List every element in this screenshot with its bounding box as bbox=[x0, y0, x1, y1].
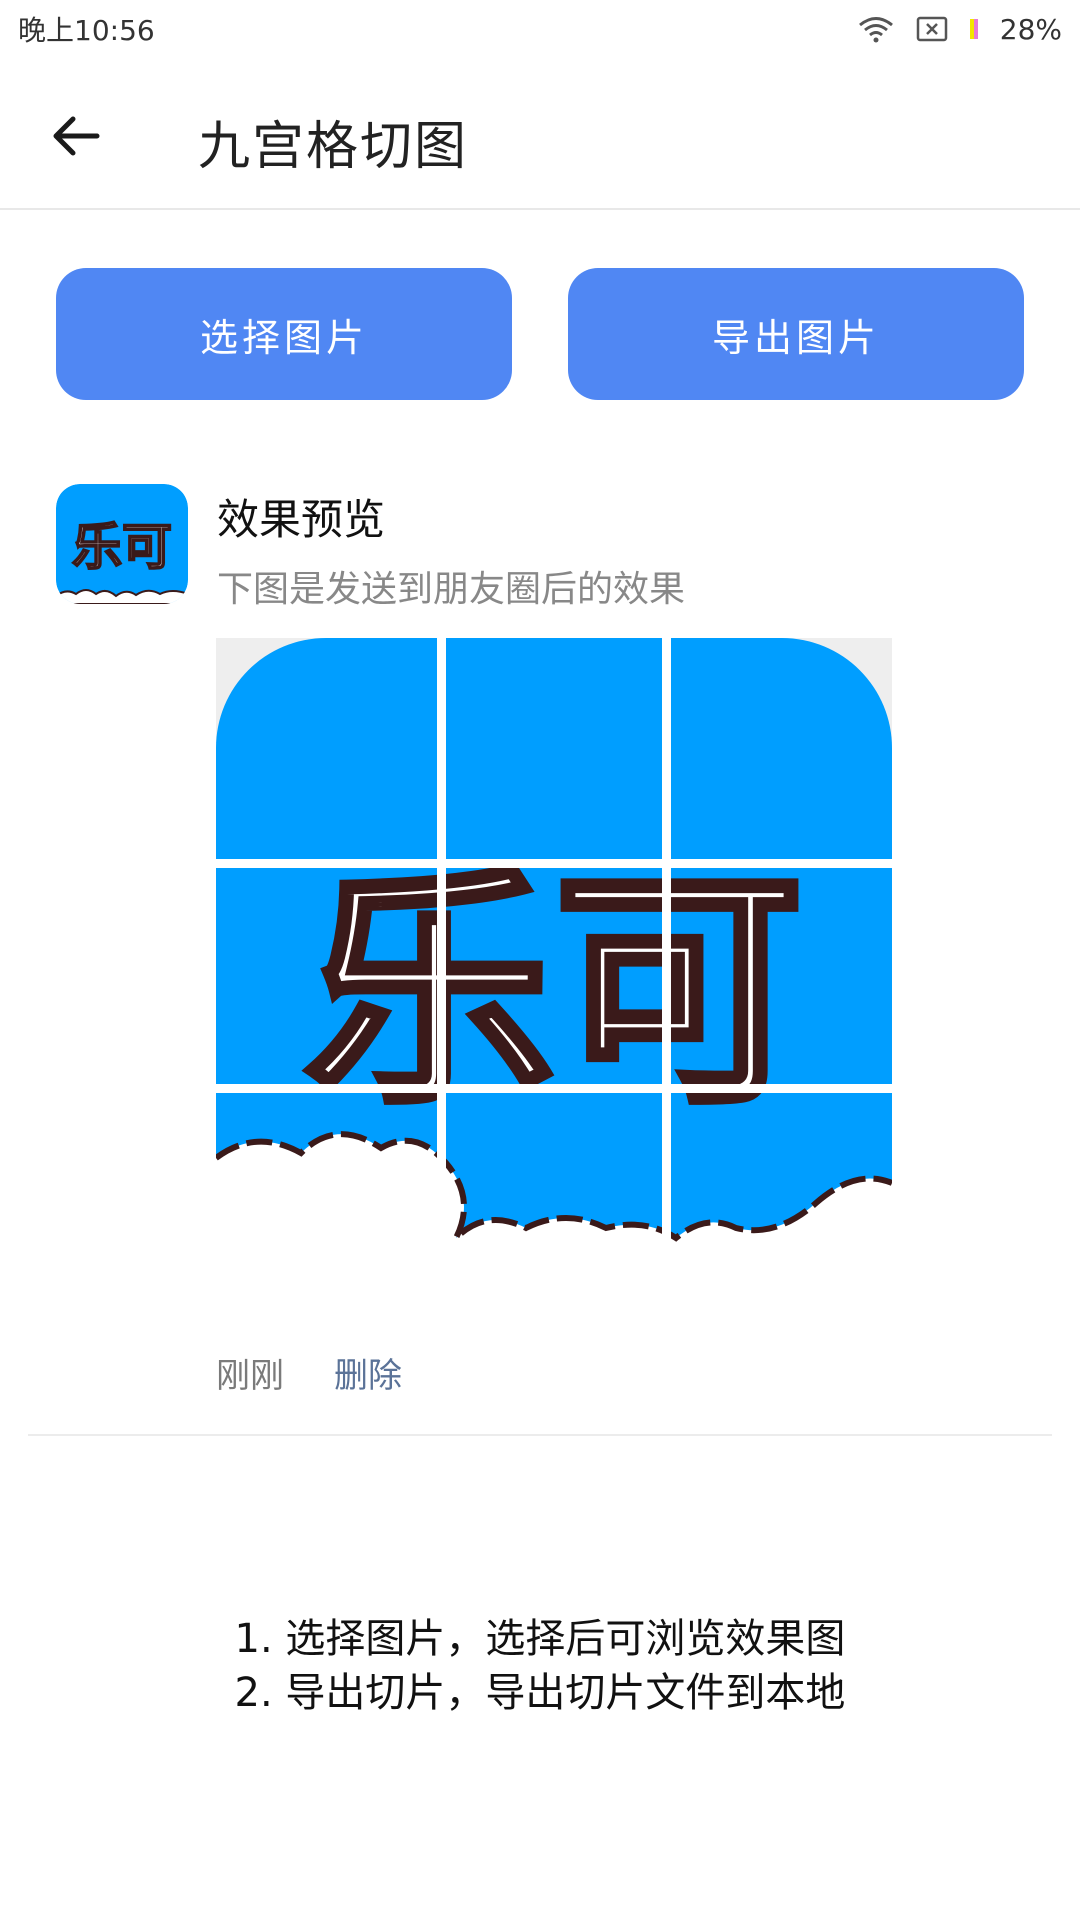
preview-subtitle: 下图是发送到朋友圈后的效果 bbox=[217, 569, 686, 610]
preview-title: 效果预览 bbox=[217, 495, 386, 544]
divider bbox=[28, 1434, 1052, 1436]
post-time: 刚刚 bbox=[216, 1356, 284, 1396]
delete-link[interactable]: 删除 bbox=[334, 1348, 402, 1397]
page-title: 九宫格切图 bbox=[198, 117, 469, 177]
battery-level-indicator bbox=[969, 19, 978, 39]
status-bar: 晚上10:56 28% bbox=[0, 0, 1080, 58]
status-icons: 28% bbox=[858, 13, 1062, 46]
nine-grid-preview[interactable]: 乐可 bbox=[216, 638, 892, 1314]
battery-percent: 28% bbox=[999, 12, 1062, 46]
grid-divider-horizontal bbox=[216, 1084, 892, 1093]
instructions: 1. 选择图片，选择后可浏览效果图 2. 导出切片，导出切片文件到本地 bbox=[0, 1612, 1080, 1720]
preview-image: 乐可 bbox=[216, 638, 892, 1314]
avatar-text: 乐可 bbox=[72, 518, 172, 576]
status-time: 晚上10:56 bbox=[18, 14, 155, 47]
export-image-button[interactable]: 导出图片 bbox=[568, 268, 1024, 400]
avatar: 乐可 bbox=[56, 484, 188, 604]
battery-icon bbox=[969, 19, 978, 39]
wifi-icon bbox=[858, 15, 894, 43]
grid-divider-vertical bbox=[437, 638, 446, 1314]
instruction-line-1: 1. 选择图片，选择后可浏览效果图 bbox=[234, 1616, 846, 1662]
select-image-button[interactable]: 选择图片 bbox=[56, 268, 512, 400]
instruction-line-2: 2. 导出切片，导出切片文件到本地 bbox=[234, 1670, 846, 1716]
grid-divider-vertical bbox=[662, 638, 671, 1314]
sim-off-icon bbox=[916, 15, 948, 43]
grid-divider-horizontal bbox=[216, 859, 892, 868]
arrow-left-icon bbox=[53, 116, 100, 156]
preview-image-text: 乐可 bbox=[304, 846, 804, 1137]
app-bar: 九宫格切图 bbox=[0, 58, 1080, 210]
back-button[interactable] bbox=[40, 100, 112, 172]
